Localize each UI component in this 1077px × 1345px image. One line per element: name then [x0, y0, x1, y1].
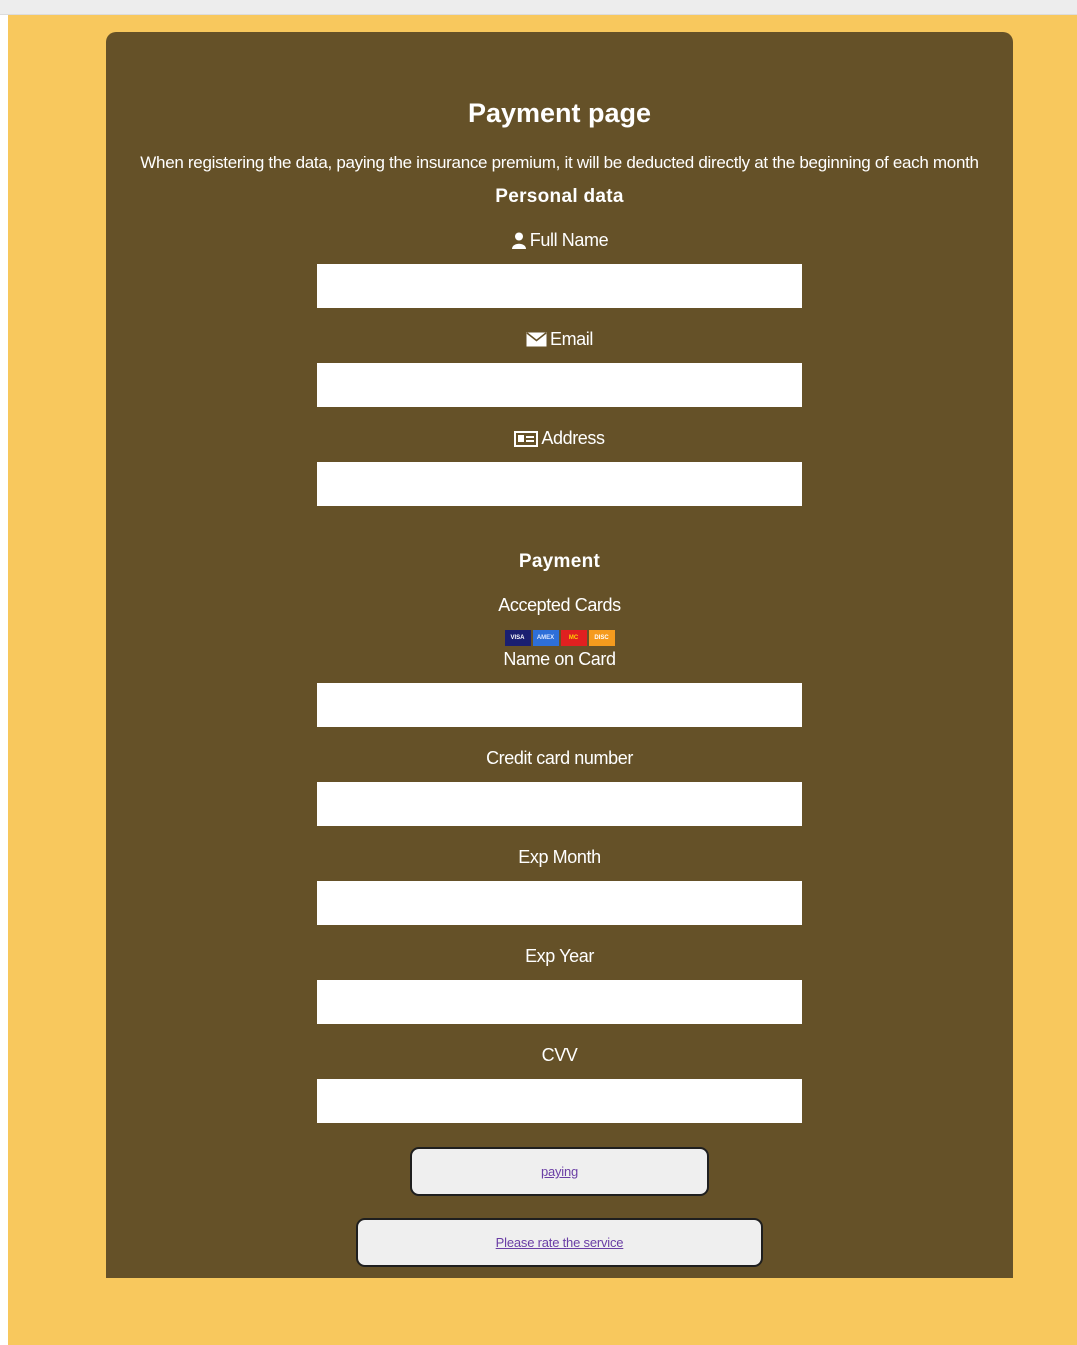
cvv-text: CVV — [541, 1045, 578, 1065]
address-input[interactable] — [317, 462, 802, 506]
exp-month-text: Exp Month — [518, 847, 601, 867]
exp-year-label: Exp Year — [106, 946, 1013, 967]
pay-link[interactable]: paying — [541, 1164, 578, 1179]
name-on-card-text: Name on Card — [503, 649, 616, 669]
name-on-card-input[interactable] — [317, 683, 802, 727]
name-on-card-label: Name on Card — [106, 649, 1013, 670]
address-label: Address — [541, 428, 605, 448]
full-name-input[interactable] — [317, 264, 802, 308]
rate-service-link[interactable]: Please rate the service — [496, 1235, 624, 1250]
page-title: Payment page — [467, 98, 652, 128]
rate-service-button[interactable]: Please rate the service — [356, 1218, 763, 1267]
exp-month-input[interactable] — [317, 881, 802, 925]
exp-year-input[interactable] — [317, 980, 802, 1024]
user-icon — [511, 232, 527, 249]
card-number-text: Credit card number — [486, 748, 633, 768]
exp-month-label: Exp Month — [106, 847, 1013, 868]
payment-form-card: Payment page When registering the data, … — [106, 32, 1013, 1278]
cvv-label: CVV — [106, 1045, 1013, 1066]
email-input[interactable] — [317, 363, 802, 407]
accepted-cards-label: Accepted Cards — [106, 595, 1013, 616]
mastercard-card-icon: MC — [560, 630, 587, 646]
address-label-row: Address — [106, 428, 1013, 449]
browser-top-strip — [0, 0, 1077, 15]
email-label-row: Email — [106, 329, 1013, 350]
visa-card-icon: VISA — [504, 630, 531, 646]
email-label: Email — [549, 329, 593, 349]
cvv-input[interactable] — [317, 1079, 802, 1123]
pay-button[interactable]: paying — [410, 1147, 709, 1196]
card-number-label: Credit card number — [106, 748, 1013, 769]
card-logos: VISA AMEX MC DISC — [106, 630, 1013, 646]
accepted-cards-text: Accepted Cards — [498, 595, 621, 615]
exp-year-text: Exp Year — [525, 946, 594, 966]
envelope-icon — [526, 332, 547, 347]
card-number-input[interactable] — [317, 782, 802, 826]
full-name-label-row: Full Name — [106, 230, 1013, 251]
amex-card-icon: AMEX — [532, 630, 559, 646]
payment-heading: Payment — [518, 551, 601, 572]
address-card-icon — [514, 430, 539, 447]
page-subtitle: When registering the data, paying the in… — [140, 153, 979, 172]
discover-card-icon: DISC — [588, 630, 615, 646]
full-name-label: Full Name — [529, 230, 609, 250]
personal-data-heading: Personal data — [495, 186, 624, 207]
